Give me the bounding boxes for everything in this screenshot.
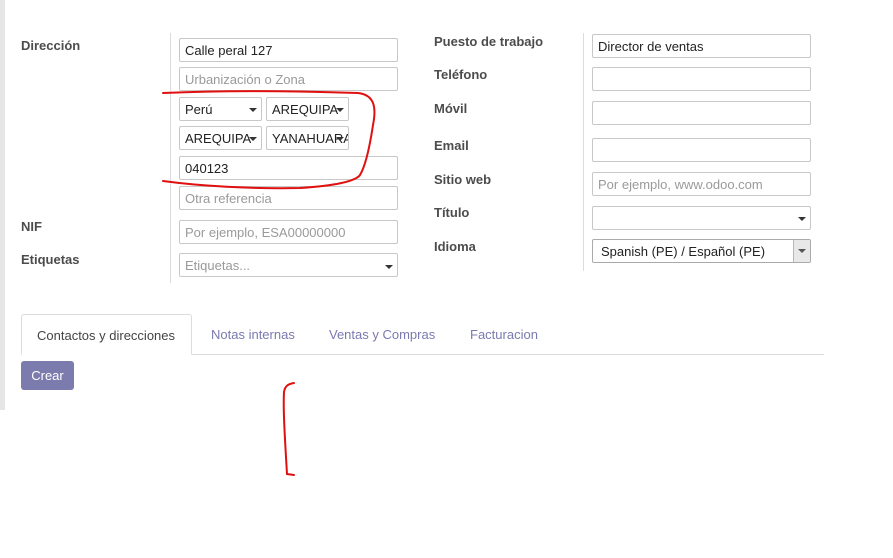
- left-column-separator: [170, 33, 171, 283]
- website-input[interactable]: [592, 172, 811, 196]
- puesto-label: Puesto de trabajo: [434, 34, 544, 49]
- notebook-tabs: Contactos y direcciones Notas internas V…: [21, 314, 824, 355]
- tab-ventas-compras[interactable]: Ventas y Compras: [314, 314, 450, 355]
- email-input[interactable]: [592, 138, 811, 162]
- language-value: Spanish (PE) / Español (PE): [601, 244, 766, 259]
- tags-select[interactable]: Etiquetas...: [179, 253, 398, 277]
- nif-input[interactable]: [179, 220, 398, 244]
- language-dropdown-button[interactable]: [793, 240, 810, 262]
- idioma-label: Idioma: [434, 239, 476, 254]
- titulo-label: Título: [434, 205, 470, 220]
- street-input[interactable]: [179, 38, 398, 62]
- chevron-down-icon: [385, 265, 393, 269]
- mobile-input[interactable]: [592, 101, 811, 125]
- chevron-down-icon: [798, 217, 806, 221]
- province-select[interactable]: AREQUIPA: [179, 126, 262, 150]
- chevron-down-icon: [249, 137, 257, 141]
- reference-input[interactable]: [179, 186, 398, 210]
- state-value: AREQUIPA: [272, 102, 339, 117]
- sidebar-edge: [0, 0, 5, 410]
- movil-label: Móvil: [434, 101, 468, 116]
- tab-contactos[interactable]: Contactos y direcciones: [21, 314, 192, 355]
- state-select[interactable]: AREQUIPA: [266, 97, 349, 121]
- telefono-label: Teléfono: [434, 67, 488, 82]
- chevron-down-icon: [798, 249, 806, 253]
- chevron-down-icon: [249, 108, 257, 112]
- tab-facturacion[interactable]: Facturacion: [455, 314, 553, 355]
- right-column-separator: [583, 33, 584, 271]
- zip-input[interactable]: [179, 156, 398, 180]
- job-position-input[interactable]: [592, 34, 811, 58]
- tab-notas-internas[interactable]: Notas internas: [196, 314, 310, 355]
- email-label: Email: [434, 138, 469, 153]
- title-select[interactable]: [592, 206, 811, 230]
- sitio-web-label: Sitio web: [434, 172, 492, 187]
- street2-input[interactable]: [179, 67, 398, 91]
- annotation-bracket: [282, 382, 295, 476]
- etiquetas-label: Etiquetas: [21, 252, 80, 267]
- direccion-label: Dirección: [21, 38, 81, 53]
- district-select[interactable]: YANAHUARA: [266, 126, 349, 150]
- language-select[interactable]: Spanish (PE) / Español (PE): [592, 239, 811, 263]
- country-value: Perú: [185, 102, 213, 117]
- country-select[interactable]: Perú: [179, 97, 262, 121]
- province-value: AREQUIPA: [185, 131, 252, 146]
- create-button[interactable]: Crear: [21, 361, 74, 390]
- tags-placeholder: Etiquetas...: [185, 258, 251, 273]
- chevron-down-icon: [336, 108, 344, 112]
- chevron-down-icon: [336, 137, 344, 141]
- phone-input[interactable]: [592, 67, 811, 91]
- nif-label: NIF: [21, 219, 42, 234]
